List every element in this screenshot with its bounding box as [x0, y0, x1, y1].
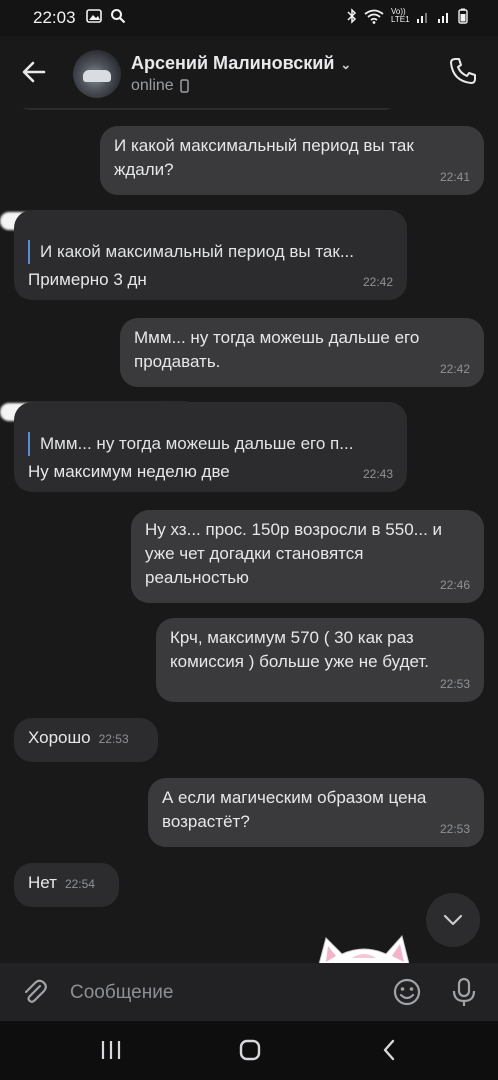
- wifi-icon: [364, 9, 384, 24]
- status-right-icons: Vo)) LTE1: [347, 8, 468, 24]
- message-bubble-incoming[interactable]: Ммм... ну тогда можешь дальше его п... Н…: [14, 402, 407, 492]
- status-left-icons: [86, 8, 126, 24]
- status-time: 22:03: [33, 8, 76, 27]
- signal-icon-2: [438, 13, 448, 23]
- online-status: online: [131, 77, 174, 94]
- emoji-icon[interactable]: [392, 977, 422, 1007]
- recent-apps-icon[interactable]: [100, 1039, 122, 1061]
- signal-icon: [417, 13, 427, 23]
- gallery-icon: [86, 9, 102, 23]
- message-time: 22:53: [98, 732, 129, 746]
- message-list[interactable]: И какой максимальный период вы так ждали…: [0, 108, 498, 963]
- home-icon[interactable]: [239, 1039, 261, 1061]
- search-icon: [111, 9, 126, 24]
- message-text: Ну хз... прос. 150р возросли в 550... и …: [145, 520, 443, 587]
- reply-quote[interactable]: И какой максимальный период вы так...: [28, 240, 393, 264]
- message-text: Нет: [28, 873, 57, 892]
- message-input[interactable]: Сообщение: [70, 982, 173, 1004]
- message-text: А если магическим образом цена возрастёт…: [162, 788, 427, 831]
- message-bubble-outgoing[interactable]: Крч, максимум 570 ( 30 как раз комиссия …: [156, 618, 484, 702]
- bluetooth-icon: [347, 8, 357, 24]
- message-text: Ммм... ну тогда можешь дальше его продав…: [134, 328, 420, 371]
- message-time: 22:46: [439, 578, 470, 592]
- message-text: Ну максимум неделю две: [28, 462, 230, 481]
- message-time: 22:53: [439, 822, 470, 836]
- back-icon[interactable]: [381, 1039, 397, 1061]
- message-text: Крч, максимум 570 ( 30 как раз комиссия …: [170, 628, 430, 671]
- message-text: И какой максимальный период вы так ждали…: [114, 136, 414, 179]
- contact-name: Арсений Малиновский: [131, 53, 335, 73]
- message-time: 22:54: [64, 877, 95, 891]
- message-bubble-incoming[interactable]: Нет 22:54: [14, 863, 119, 907]
- contact-status: online: [131, 77, 189, 95]
- avatar[interactable]: [73, 50, 121, 98]
- message-bubble-partial: [14, 108, 400, 110]
- paperclip-icon[interactable]: [20, 977, 50, 1007]
- message-bubble-incoming[interactable]: Хорошо 22:53: [14, 718, 158, 762]
- chevron-down-icon: [443, 914, 463, 926]
- sticker-cat-image: [318, 934, 410, 963]
- message-bubble-outgoing[interactable]: Ммм... ну тогда можешь дальше его продав…: [120, 318, 484, 387]
- phone-icon[interactable]: [448, 56, 478, 86]
- scroll-down-button[interactable]: [426, 893, 480, 947]
- avatar-car-image: [83, 70, 111, 82]
- message-composer: Сообщение: [0, 963, 498, 1021]
- microphone-icon[interactable]: [451, 977, 477, 1007]
- message-text: Хорошо: [28, 728, 91, 747]
- message-time: 22:43: [362, 467, 393, 481]
- message-time: 22:42: [439, 362, 470, 376]
- message-bubble-outgoing[interactable]: И какой максимальный период вы так ждали…: [100, 126, 484, 195]
- status-bar: 22:03 Vo)) LTE1: [0, 0, 498, 36]
- back-arrow-icon[interactable]: [20, 58, 48, 86]
- message-bubble-incoming[interactable]: И какой максимальный период вы так... Пр…: [14, 210, 407, 300]
- system-nav-bar: [0, 1021, 498, 1080]
- message-bubble-outgoing[interactable]: А если магическим образом цена возрастёт…: [148, 778, 484, 847]
- chevron-down-icon: ⌄: [340, 57, 352, 72]
- message-time: 22:41: [439, 170, 470, 184]
- reply-quote[interactable]: Ммм... ну тогда можешь дальше его п...: [28, 432, 393, 456]
- contact-name-button[interactable]: Арсений Малиновский ⌄: [131, 53, 351, 74]
- message-bubble-outgoing[interactable]: Ну хз... прос. 150р возросли в 550... и …: [131, 510, 484, 603]
- chat-header: Арсений Малиновский ⌄ online: [0, 36, 498, 108]
- network-label: Vo)) LTE1: [391, 7, 410, 24]
- message-time: 22:53: [439, 677, 470, 691]
- mobile-icon: [179, 79, 189, 93]
- message-text: Примерно 3 дн: [28, 270, 147, 289]
- message-time: 22:42: [362, 275, 393, 289]
- battery-icon: [458, 8, 468, 24]
